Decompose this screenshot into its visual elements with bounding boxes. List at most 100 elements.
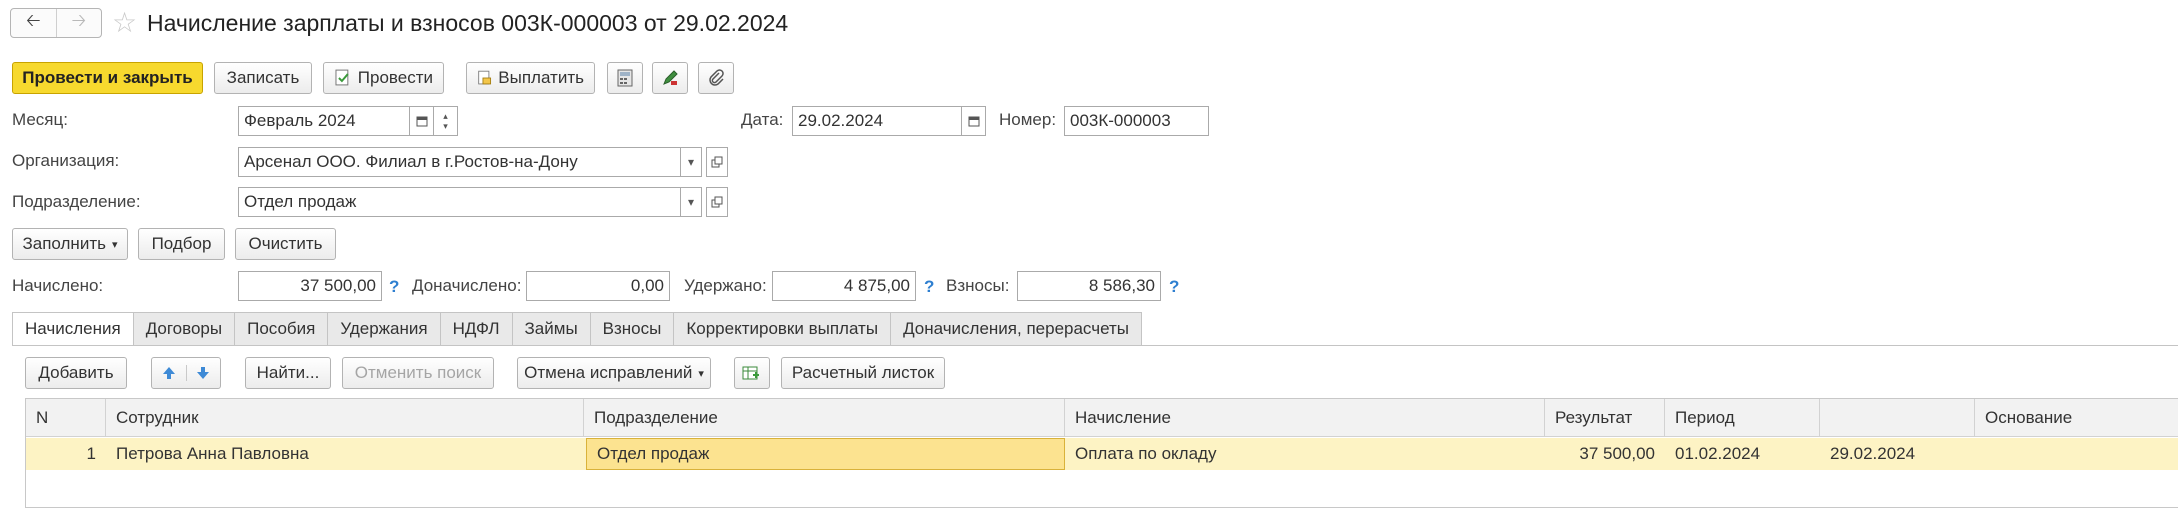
post-button-label: Провести [357, 68, 433, 87]
table-settings-button[interactable] [734, 357, 770, 389]
contributions-help-icon[interactable]: ? [1169, 277, 1179, 297]
date-calendar-button[interactable] [962, 106, 986, 136]
contributions-field: 8 586,30 [1017, 271, 1161, 301]
date-label: Дата: [741, 110, 784, 129]
document-pay-icon [478, 70, 492, 85]
column-header-n[interactable]: N [26, 399, 106, 437]
fill-button-label: Заполнить [22, 234, 106, 253]
month-label: Месяц: [12, 110, 68, 129]
table-settings-icon [742, 366, 759, 380]
month-calendar-button[interactable] [410, 106, 434, 136]
column-header-period[interactable]: Период [1665, 399, 1820, 437]
accrued-field: 37 500,00 [238, 271, 382, 301]
find-button[interactable]: Найти... [245, 357, 331, 389]
organization-field[interactable]: Арсенал ООО. Филиал в г.Ростов-на-Дону [238, 147, 681, 177]
move-up-button[interactable] [152, 365, 187, 381]
fill-button[interactable]: Заполнить ▾ [12, 228, 128, 260]
pencil-icon [663, 70, 678, 85]
organization-dropdown-button[interactable]: ▾ [681, 147, 702, 177]
pay-button[interactable]: Выплатить [466, 62, 595, 94]
column-header-accrual[interactable]: Начисление [1065, 399, 1545, 437]
cell-n[interactable]: 1 [26, 438, 106, 470]
column-header-employee[interactable]: Сотрудник [106, 399, 584, 437]
chevron-down-icon: ▾ [111, 238, 118, 251]
accrued-help-icon[interactable]: ? [389, 277, 399, 297]
document-post-icon [335, 69, 349, 86]
table-row[interactable]: 1 Петрова Анна Павловна Отдел продаж Опл… [26, 438, 2178, 470]
tab-deductions[interactable]: Удержания [328, 312, 441, 346]
move-buttons [151, 357, 221, 389]
post-and-close-button[interactable]: Провести и закрыть [12, 62, 203, 94]
forward-button[interactable]: 🡢 [55, 9, 102, 37]
cancel-fixes-label: Отмена исправлений [524, 363, 693, 382]
tab-accruals[interactable]: Начисления [12, 312, 134, 346]
payslip-button[interactable]: Расчетный листок [781, 357, 945, 389]
cell-accrual[interactable]: Оплата по окладу [1065, 438, 1545, 470]
tab-benefits[interactable]: Пособия [235, 312, 329, 346]
calendar-icon [416, 116, 427, 127]
department-open-button[interactable] [706, 187, 728, 217]
tab-recalculations[interactable]: Доначисления, перерасчеты [891, 312, 1142, 346]
tab-loans[interactable]: Займы [512, 312, 591, 346]
add-button[interactable]: Добавить [25, 357, 127, 389]
department-dropdown-button[interactable]: ▾ [681, 187, 702, 217]
number-label: Номер: [999, 110, 1057, 129]
department-label: Подразделение: [12, 192, 141, 211]
back-button[interactable]: 🡠 [11, 9, 56, 37]
edit-button[interactable] [652, 62, 688, 94]
number-field[interactable]: 003К-000003 [1064, 106, 1209, 136]
cell-basis[interactable] [1975, 438, 2178, 470]
column-header-period-end[interactable] [1820, 399, 1975, 437]
department-field[interactable]: Отдел продаж [238, 187, 681, 217]
organization-label: Организация: [12, 151, 120, 170]
date-field[interactable]: 29.02.2024 [792, 106, 962, 136]
organization-open-button[interactable] [706, 147, 728, 177]
attach-button[interactable] [698, 62, 734, 94]
tab-contributions[interactable]: Взносы [590, 312, 675, 346]
paperclip-icon [709, 69, 724, 86]
column-header-basis[interactable]: Основание [1975, 399, 2178, 437]
page-title: Начисление зарплаты и взносов 003К-00000… [147, 10, 789, 36]
cell-period-end[interactable]: 29.02.2024 [1820, 438, 1975, 470]
extra-accrued-field: 0,00 [526, 271, 670, 301]
chevron-down-icon: ▾ [698, 367, 704, 380]
withheld-field: 4 875,00 [772, 271, 916, 301]
table-header: N Сотрудник Подразделение Начисление Рез… [26, 399, 2178, 437]
cell-period-start[interactable]: 01.02.2024 [1665, 438, 1820, 470]
arrow-down-icon [197, 367, 210, 379]
withheld-help-icon[interactable]: ? [924, 277, 934, 297]
cancel-fixes-button[interactable]: Отмена исправлений ▾ [517, 357, 711, 389]
column-header-result[interactable]: Результат [1545, 399, 1665, 437]
open-form-icon [711, 156, 723, 168]
select-button[interactable]: Подбор [138, 228, 225, 260]
contributions-label: Взносы: [946, 276, 1010, 295]
star-icon[interactable]: ☆ [112, 6, 137, 40]
month-stepper[interactable]: ▴ ▾ [434, 106, 458, 136]
chevron-down-icon: ▾ [687, 195, 695, 209]
tab-bar: Начисления Договоры Пособия Удержания НД… [12, 312, 1142, 346]
cell-employee[interactable]: Петрова Анна Павловна [106, 438, 584, 470]
calculator-button[interactable] [607, 62, 643, 94]
column-header-department[interactable]: Подразделение [584, 399, 1065, 437]
save-button[interactable]: Записать [214, 62, 312, 94]
tab-contracts[interactable]: Договоры [133, 312, 236, 346]
tab-ndfl[interactable]: НДФЛ [440, 312, 513, 346]
clear-button[interactable]: Очистить [235, 228, 336, 260]
stepper-down-icon[interactable]: ▾ [443, 121, 448, 131]
post-button[interactable]: Провести [323, 62, 444, 94]
arrow-up-icon [162, 367, 175, 379]
move-down-button[interactable] [187, 365, 221, 381]
withheld-label: Удержано: [684, 276, 767, 295]
extra-accrued-label: Доначислено: [412, 276, 522, 295]
cell-result[interactable]: 37 500,00 [1545, 438, 1665, 470]
navigation-buttons: 🡠 🡢 [10, 8, 102, 38]
tab-payment-adjustments[interactable]: Корректировки выплаты [674, 312, 892, 346]
chevron-down-icon: ▾ [687, 155, 695, 169]
arrow-right-icon: 🡢 [71, 10, 87, 30]
cell-department[interactable]: Отдел продаж [586, 438, 1065, 470]
tab-divider [12, 345, 2178, 346]
cancel-search-button[interactable]: Отменить поиск [342, 357, 494, 389]
calculator-icon [617, 69, 633, 87]
stepper-up-icon[interactable]: ▴ [443, 111, 448, 121]
month-field[interactable]: Февраль 2024 [238, 106, 410, 136]
